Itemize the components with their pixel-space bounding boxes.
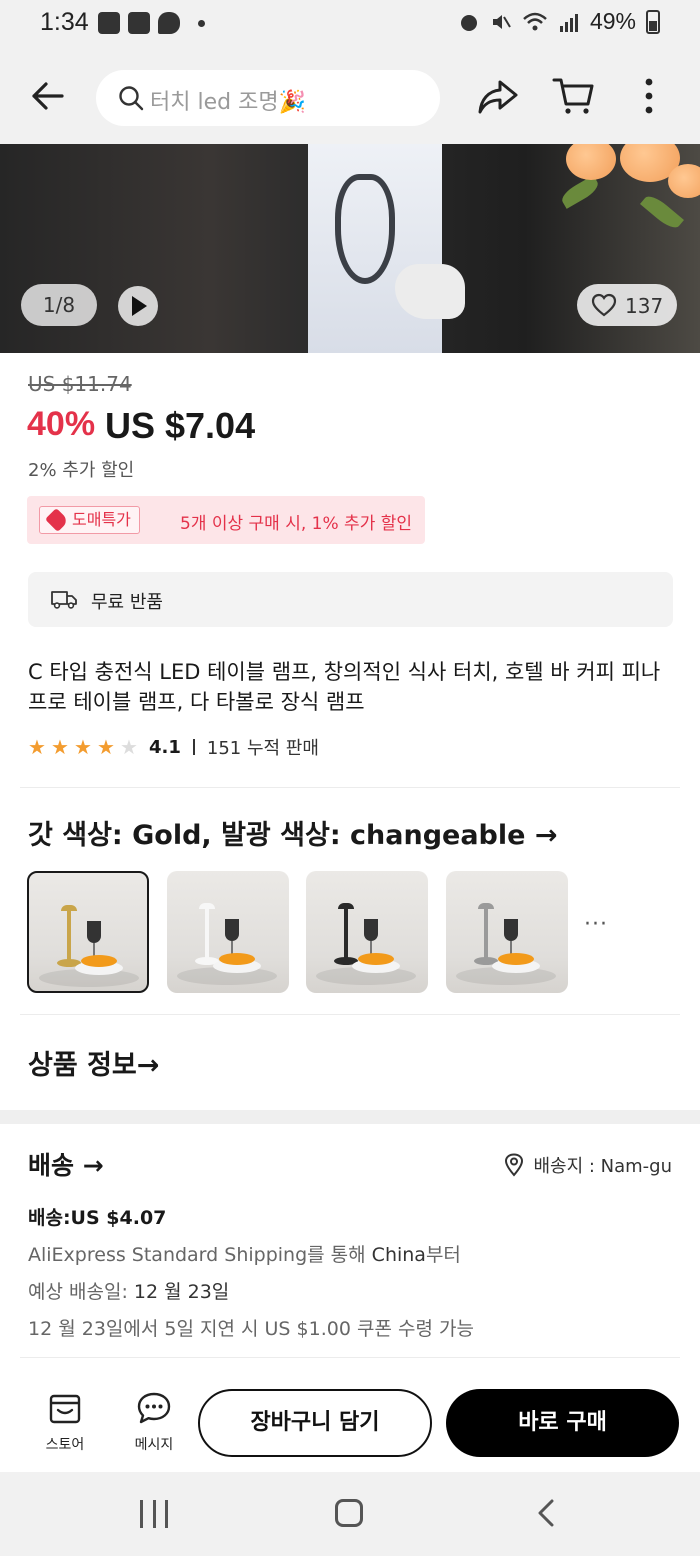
alarm-icon	[460, 14, 477, 31]
notification-icons	[98, 12, 205, 34]
top-header: 터치 led 조명🎉	[0, 50, 700, 144]
bulk-deal-tag-label: 도매특가	[72, 510, 131, 529]
star-icon: ★	[28, 734, 46, 759]
rating-stars: ★ ★ ★ ★ ★	[28, 734, 141, 759]
message-label: 메시지	[134, 1437, 174, 1453]
status-bar: 1:34 49%	[0, 0, 700, 50]
play-video-button[interactable]	[118, 286, 158, 326]
gloved-hand	[395, 264, 465, 319]
mute-icon	[492, 14, 511, 29]
app-notification-icon	[128, 12, 150, 34]
signal-icon	[559, 13, 578, 32]
search-placeholder: 터치 led 조명🎉	[150, 90, 306, 115]
recent-apps-icon[interactable]	[140, 1500, 168, 1528]
charging-cable	[335, 174, 395, 284]
delivery-date: 12 월 23일	[133, 1281, 230, 1303]
estimated-delivery: 예상 배송일: 12 월 23일	[28, 1281, 230, 1303]
rating-separator	[192, 739, 195, 755]
rating-value: 4.1	[149, 736, 181, 758]
more-variants-button[interactable]: ···	[584, 912, 608, 937]
current-price: US $7.04	[105, 405, 256, 446]
destination-label: 배송지 : Nam-gu	[533, 1156, 672, 1177]
buy-now-button[interactable]: 바로 구매	[446, 1389, 679, 1457]
shipping-destination[interactable]: 배송지 : Nam-gu	[503, 1152, 672, 1178]
wishlist-count: 137	[625, 294, 664, 318]
variant-swatch-gold[interactable]	[27, 871, 149, 993]
bulk-deal-tag: 도매특가	[39, 506, 140, 534]
store-label: 스토어	[45, 1437, 85, 1453]
section-separator	[0, 1110, 700, 1124]
message-notification-icon	[158, 12, 180, 34]
divider	[20, 1014, 680, 1015]
product-info-link[interactable]: 상품 정보→	[28, 1043, 159, 1082]
system-navigation-bar	[0, 1472, 700, 1556]
divider	[20, 1357, 680, 1358]
price-tag-icon	[44, 507, 70, 533]
extra-discount: 2% 추가 할인	[28, 460, 135, 481]
product-title: C 타입 충전식 LED 테이블 램프, 창의적인 식사 터치, 호텔 바 커피…	[28, 660, 661, 714]
variant-swatch-grey[interactable]	[446, 871, 568, 993]
chat-icon	[137, 1392, 171, 1424]
more-options-icon[interactable]	[636, 74, 662, 118]
free-returns-label: 무료 반품	[91, 592, 163, 613]
discount-percent: 40%	[27, 405, 96, 443]
star-icon: ★	[51, 734, 69, 759]
home-icon[interactable]	[335, 1499, 363, 1527]
search-input[interactable]: 터치 led 조명🎉	[96, 70, 440, 126]
truck-icon	[51, 591, 77, 609]
store-button[interactable]: 스토어	[30, 1390, 100, 1454]
back-arrow-icon[interactable]	[28, 76, 68, 116]
location-pin-icon	[505, 1153, 524, 1177]
image-counter: 1/8	[21, 284, 97, 326]
search-icon	[119, 86, 144, 111]
variant-swatch-black[interactable]	[306, 871, 428, 993]
star-icon: ★	[120, 734, 138, 759]
system-status: 49%	[458, 8, 660, 35]
share-icon[interactable]	[476, 74, 520, 118]
free-returns-banner[interactable]: 무료 반품	[28, 572, 673, 627]
battery-icon	[646, 9, 660, 34]
wifi-icon	[523, 12, 547, 30]
bottom-action-bar: 스토어 메시지 장바구니 담기 바로 구매	[0, 1372, 700, 1472]
divider	[20, 787, 680, 788]
add-to-cart-button[interactable]: 장바구니 담기	[198, 1389, 432, 1457]
message-button[interactable]: 메시지	[119, 1390, 189, 1454]
original-price: US $11.74	[28, 372, 132, 396]
flower	[566, 144, 616, 180]
cart-icon[interactable]	[552, 74, 596, 118]
status-time: 1:34	[40, 8, 89, 36]
shipping-method: AliExpress Standard Shipping를 통해 China부터	[28, 1244, 461, 1266]
delay-coupon-notice: 12 월 23일에서 5일 지연 시 US $1.00 쿠폰 수령 가능	[28, 1318, 474, 1340]
rating-row[interactable]: ★ ★ ★ ★ ★ 4.1 151 누적 판매	[28, 735, 319, 759]
shipping-price: 배송:US $4.07	[28, 1207, 167, 1229]
leaf	[640, 191, 684, 233]
flower	[668, 164, 700, 198]
shipping-origin: China	[371, 1244, 426, 1266]
variant-swatch-white[interactable]	[167, 871, 289, 993]
gallery-notification-icon	[98, 12, 120, 34]
star-icon: ★	[74, 734, 92, 759]
leaf	[558, 175, 602, 209]
variant-label[interactable]: 갓 색상: Gold, 발광 색상: changeable →	[28, 813, 557, 852]
shipping-title-link[interactable]: 배송 →	[28, 1146, 104, 1182]
store-icon	[49, 1394, 81, 1424]
bulk-deal-banner[interactable]: 도매특가 5개 이상 구매 시, 1% 추가 할인	[27, 496, 425, 544]
nav-back-icon[interactable]	[534, 1498, 558, 1528]
more-notifications-dot	[198, 19, 205, 27]
sold-count: 151 누적 판매	[206, 738, 319, 759]
wishlist-button[interactable]: 137	[577, 284, 677, 326]
heart-icon	[591, 293, 617, 317]
battery-percent: 49%	[589, 8, 636, 34]
star-icon: ★	[97, 734, 115, 759]
bulk-deal-text: 5개 이상 구매 시, 1% 추가 할인	[180, 514, 413, 534]
